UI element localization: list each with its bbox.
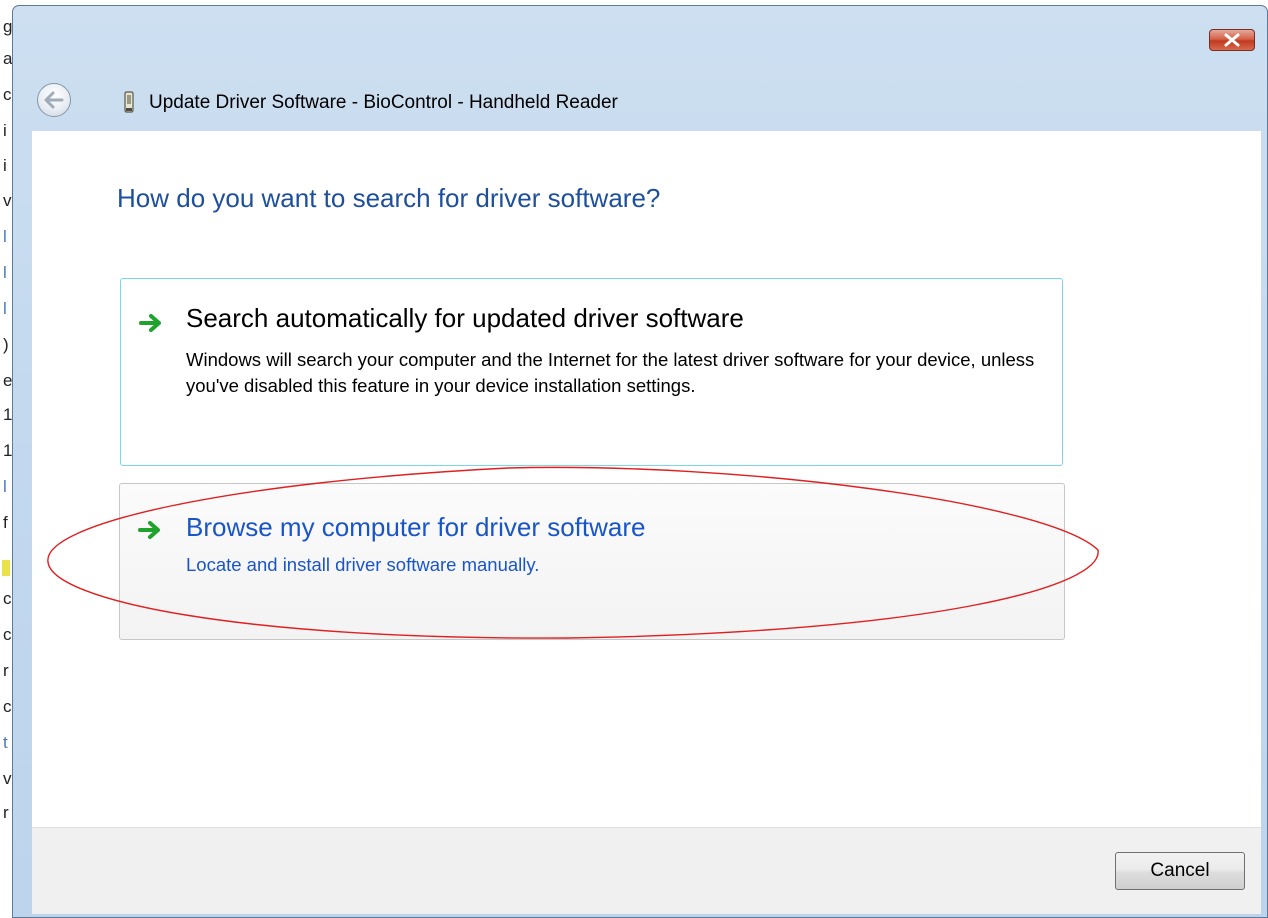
background-char: c (3, 625, 12, 644)
option-title: Browse my computer for driver software (186, 512, 646, 542)
update-driver-dialog: Update Driver Software - BioControl - Ha… (12, 5, 1268, 918)
background-char: a (3, 49, 12, 68)
background-char: i (3, 121, 7, 140)
background-char: r (3, 661, 9, 680)
close-icon (1224, 33, 1240, 47)
background-char: v (3, 769, 12, 788)
background-highlight (2, 560, 10, 576)
background-char: 1 (3, 405, 12, 424)
option-description: Windows will search your computer and th… (186, 349, 1035, 396)
background-char: c (3, 85, 12, 104)
cancel-button[interactable]: Cancel (1115, 852, 1245, 890)
background-char: i (3, 156, 7, 175)
background-char: 1 (3, 441, 12, 460)
background-char: f (3, 513, 8, 532)
close-button[interactable] (1209, 29, 1255, 51)
dialog-footer: Cancel (32, 827, 1261, 914)
background-char: c (3, 697, 12, 716)
background-char: ) (3, 335, 9, 354)
background-char: l (3, 299, 7, 318)
background-char: t (3, 733, 8, 752)
browse-computer-option[interactable]: Browse my computer for driver software L… (119, 483, 1065, 640)
green-arrow-icon (139, 314, 161, 332)
background-char: l (3, 227, 7, 246)
handheld-device-icon (124, 91, 134, 113)
dialog-content: How do you want to search for driver sof… (32, 131, 1261, 827)
option-title: Search automatically for updated driver … (186, 303, 744, 333)
search-automatically-option[interactable]: Search automatically for updated driver … (120, 278, 1063, 466)
background-char: r (3, 803, 9, 822)
background-char: g (3, 17, 12, 36)
background-char: v (3, 191, 12, 210)
background-char: e (3, 371, 12, 390)
back-button[interactable] (37, 83, 71, 117)
background-document-edge: g a c i i v l l l ) e 1 1 l f c c r c t … (0, 0, 12, 918)
green-arrow-icon (138, 521, 160, 539)
background-char: l (3, 263, 7, 282)
window-title: Update Driver Software - BioControl - Ha… (149, 92, 618, 113)
background-char: l (3, 477, 7, 496)
background-char: c (3, 589, 12, 608)
page-heading: How do you want to search for driver sof… (117, 183, 661, 213)
option-description: Locate and install driver software manua… (186, 554, 540, 575)
back-arrow-icon (44, 91, 64, 109)
